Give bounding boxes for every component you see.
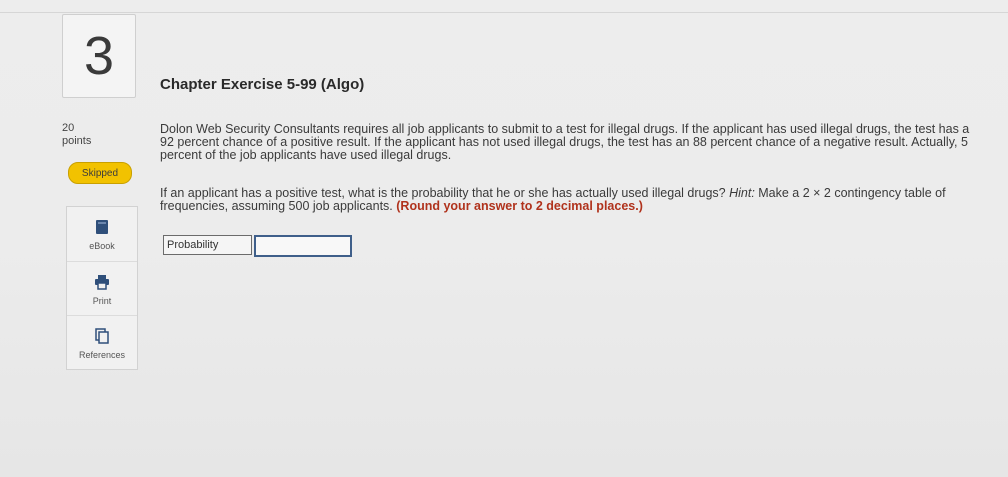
- question-paragraph-1: Dolon Web Security Consultants requires …: [160, 122, 970, 162]
- points-label: points: [62, 135, 92, 147]
- tools-panel: eBook Print References: [66, 206, 138, 370]
- answer-row: Probability: [163, 235, 352, 257]
- points-value: 20: [62, 122, 75, 134]
- probability-input-wrapper: [254, 235, 352, 257]
- top-divider: [0, 12, 1008, 13]
- book-icon: [95, 219, 109, 237]
- points-info: 20 points: [62, 122, 91, 148]
- question-title: Chapter Exercise 5-99 (Algo): [160, 76, 365, 93]
- ebook-button[interactable]: eBook: [67, 207, 137, 259]
- print-label: Print: [92, 296, 112, 306]
- references-label: References: [78, 350, 126, 360]
- hint-label: Hint:: [729, 186, 755, 200]
- references-icon: [94, 328, 110, 346]
- probability-label: Probability: [163, 235, 252, 255]
- status-badge: Skipped: [68, 162, 132, 184]
- question-paragraph-2: If an applicant has a positive test, wha…: [160, 187, 970, 213]
- print-button[interactable]: Print: [67, 261, 137, 314]
- rounding-instruction: (Round your answer to 2 decimal places.): [396, 199, 643, 213]
- probability-input[interactable]: [256, 238, 350, 256]
- references-button[interactable]: References: [67, 315, 137, 368]
- question-number: 3: [62, 14, 136, 98]
- ebook-label: eBook: [89, 241, 115, 251]
- printer-icon: [94, 274, 110, 292]
- question-text: If an applicant has a positive test, wha…: [160, 186, 730, 200]
